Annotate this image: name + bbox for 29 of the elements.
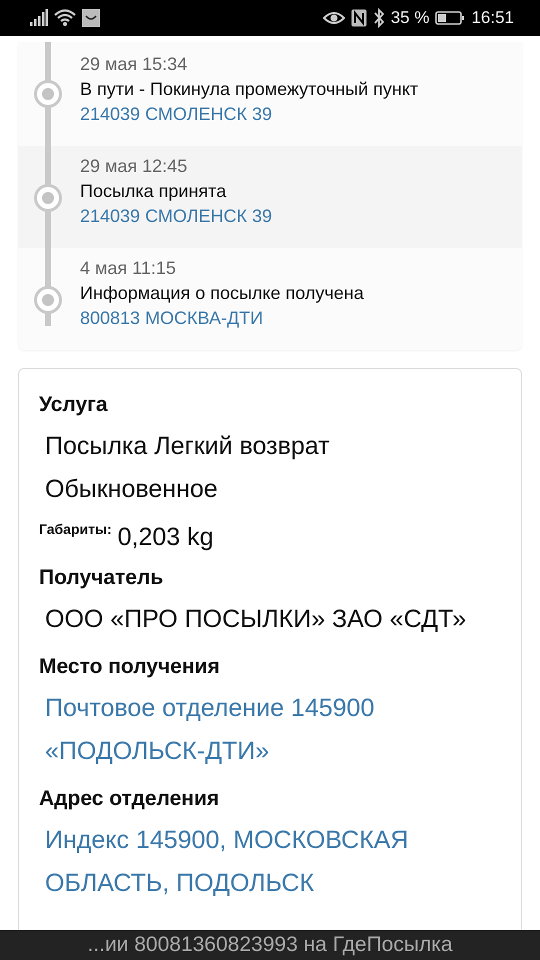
section-heading: Услуга (39, 393, 109, 417)
dimensions-value: 0,203 kg (118, 523, 214, 552)
battery-percent: 35 % (390, 8, 430, 28)
wifi-icon (54, 8, 76, 28)
bluetooth-icon (372, 8, 385, 28)
dimensions-label: Габариты: (39, 521, 112, 537)
battery-icon (435, 8, 466, 28)
service-name: Обыкновенное (44, 474, 219, 505)
event-location[interactable]: 800813 МОСКВА-ДТИ (80, 308, 512, 329)
nfc-icon (350, 8, 367, 28)
notification-icon (82, 8, 100, 28)
signal-icon (30, 8, 48, 28)
event-date: 4 мая 11:15 (80, 258, 177, 279)
event-status: Информация о посылке получена (80, 283, 365, 304)
section-heading: Получатель (39, 566, 164, 590)
section-heading: Место получения (39, 655, 221, 679)
pickup-office-link[interactable]: Почтовое отделение 145900 «ПОДОЛЬСК-ДТИ» (39, 687, 501, 773)
event-location[interactable]: 214039 СМОЛЕНСК 39 (80, 206, 512, 227)
section-heading: Адрес отделения (39, 787, 220, 811)
event-date: 29 мая 12:45 (80, 156, 188, 177)
clock-time: 16:51 (471, 8, 514, 28)
event-status: В пути - Покинула промежуточный пункт (80, 79, 420, 100)
office-address-link[interactable]: Индекс 145900, МОСКОВСКАЯ ОБЛАСТЬ, ПОДОЛЬСК (39, 819, 501, 905)
event-location[interactable]: 214039 СМОЛЕНСК 39 (80, 104, 512, 125)
recipient-name: ООО «ПРО ПОСЫЛКИ» ЗАО «СДТ» (44, 604, 468, 635)
banner-text: ...ии 80081360823993 на ГдеПосылка (87, 933, 453, 957)
service-name: Посылка Легкий возврат (44, 431, 331, 462)
event-status: Посылка принята (80, 181, 228, 202)
event-date: 29 мая 15:34 (80, 54, 188, 75)
